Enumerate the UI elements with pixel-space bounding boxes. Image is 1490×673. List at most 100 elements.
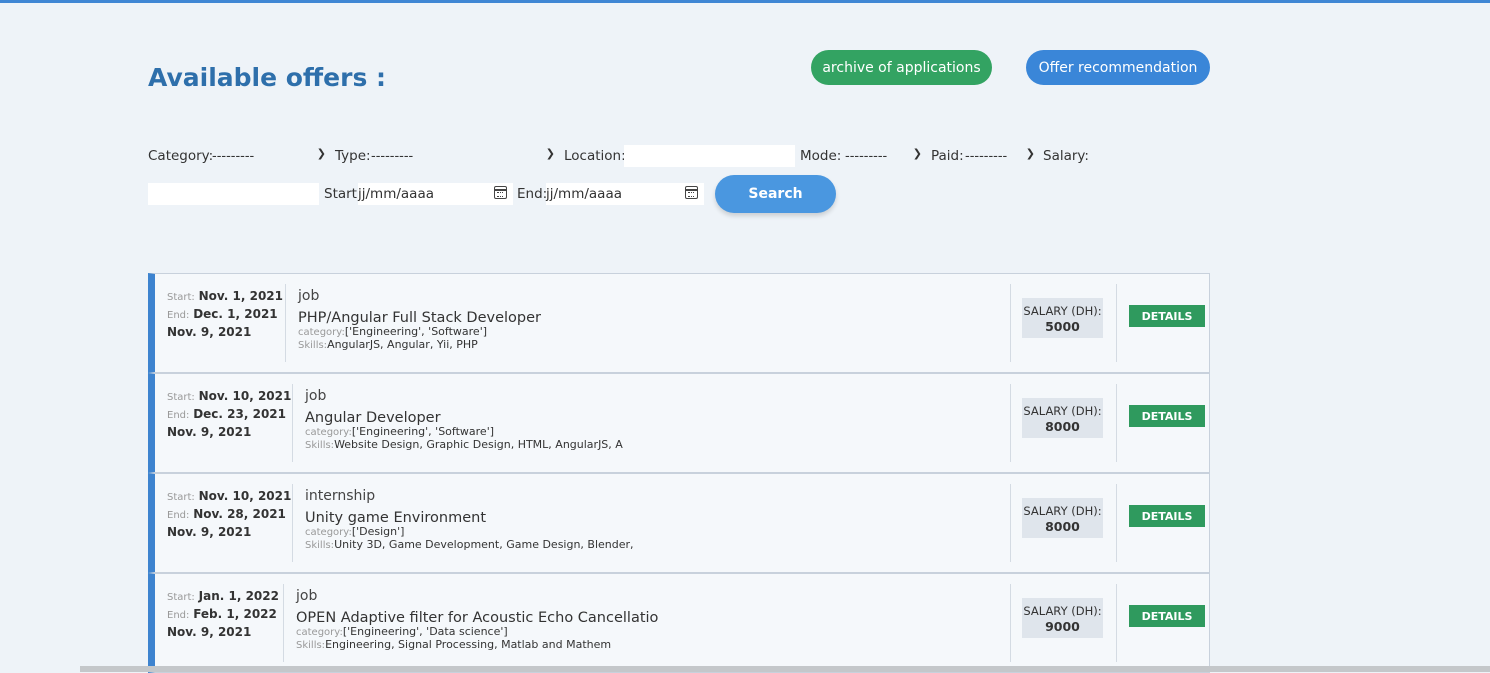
location-input[interactable] — [624, 145, 795, 167]
divider — [1116, 584, 1117, 662]
salary-box: SALARY (DH): 8000 — [1022, 498, 1103, 538]
skills-key: Skills: — [298, 340, 328, 351]
divider — [285, 284, 286, 362]
offer-info: job OPEN Adaptive filter for Acoustic Ec… — [296, 588, 658, 652]
salary-label: SALARY (DH): — [1023, 604, 1102, 618]
skills-key: Skills: — [296, 640, 326, 651]
divider — [1116, 384, 1117, 462]
category-key: category: — [298, 327, 345, 338]
published-date: Nov. 9, 2021 — [167, 625, 252, 639]
divider — [292, 384, 293, 462]
start-date: Nov. 1, 2021 — [198, 289, 283, 303]
salary-label: SALARY (DH): — [1023, 504, 1102, 518]
divider — [1116, 284, 1117, 362]
calendar-icon[interactable] — [685, 186, 698, 199]
salary-input[interactable] — [148, 183, 319, 205]
search-button[interactable]: Search — [715, 175, 836, 213]
skills-key: Skills: — [305, 440, 335, 451]
end-date: Feb. 1, 2022 — [193, 607, 277, 621]
start-key: Start: — [167, 292, 195, 303]
offer-skills: Website Design, Graphic Design, HTML, An… — [334, 438, 623, 451]
offer-dates: Start: Nov. 1, 2021 End: Dec. 1, 2021 No… — [167, 288, 283, 341]
mode-select-value: --------- — [845, 148, 888, 164]
offer-title: Unity game Environment — [305, 510, 487, 526]
salary-label: Salary: — [1043, 148, 1089, 164]
end-key: End: — [167, 410, 190, 421]
offer-info: internship Unity game Environment catego… — [305, 488, 634, 552]
offer-card: Start: Jan. 1, 2022 End: Feb. 1, 2022 No… — [148, 573, 1210, 673]
salary-label: SALARY (DH): — [1023, 304, 1102, 318]
offer-category: ['Design'] — [351, 525, 405, 538]
offer-type: internship — [305, 488, 376, 504]
details-button[interactable]: DETAILS — [1129, 405, 1205, 427]
category-label: Category: — [148, 148, 214, 164]
details-button[interactable]: DETAILS — [1129, 305, 1205, 327]
offer-title: PHP/Angular Full Stack Developer — [298, 310, 541, 326]
end-key: End: — [167, 310, 190, 321]
start-date-placeholder: jj/mm/aaaa — [358, 186, 434, 202]
type-label: Type: — [335, 148, 371, 164]
salary-amount: 5000 — [1045, 319, 1080, 334]
divider — [1116, 484, 1117, 562]
salary-amount: 8000 — [1045, 519, 1080, 534]
type-select[interactable]: --------- ❯ — [371, 145, 559, 167]
calendar-icon[interactable] — [494, 186, 507, 199]
category-key: category: — [296, 627, 343, 638]
category-key: category: — [305, 427, 352, 438]
paid-select-value: --------- — [965, 148, 1008, 164]
salary-box: SALARY (DH): 8000 — [1022, 398, 1103, 438]
end-date-input[interactable]: jj/mm/aaaa — [546, 183, 704, 205]
end-key: End: — [167, 510, 190, 521]
offer-type: job — [296, 588, 318, 604]
start-date-input[interactable]: jj/mm/aaaa — [358, 183, 513, 205]
end-label: End: — [517, 186, 548, 202]
category-select[interactable]: --------- ❯ — [212, 145, 330, 167]
details-button[interactable]: DETAILS — [1129, 505, 1205, 527]
start-key: Start: — [167, 492, 195, 503]
offer-skills: Unity 3D, Game Development, Game Design,… — [334, 538, 634, 551]
location-label: Location: — [564, 148, 626, 164]
mode-label: Mode: — [800, 148, 842, 164]
offer-skills: AngularJS, Angular, Yii, PHP — [327, 338, 478, 351]
end-date-placeholder: jj/mm/aaaa — [546, 186, 622, 202]
offer-recommendation-button[interactable]: Offer recommendation — [1026, 50, 1210, 85]
salary-label: SALARY (DH): — [1023, 404, 1102, 418]
end-key: End: — [167, 610, 190, 621]
details-button[interactable]: DETAILS — [1129, 605, 1205, 627]
paid-label: Paid: — [931, 148, 964, 164]
offer-card: Start: Nov. 1, 2021 End: Dec. 1, 2021 No… — [148, 273, 1210, 373]
start-key: Start: — [167, 592, 195, 603]
published-date: Nov. 9, 2021 — [167, 525, 252, 539]
page-title: Available offers : — [148, 63, 387, 92]
end-date: Dec. 1, 2021 — [193, 307, 278, 321]
divider — [1010, 584, 1011, 662]
offer-card: Start: Nov. 10, 2021 End: Dec. 23, 2021 … — [148, 373, 1210, 473]
end-date: Nov. 28, 2021 — [193, 507, 286, 521]
offer-type: job — [298, 288, 320, 304]
offer-card: Start: Nov. 10, 2021 End: Nov. 28, 2021 … — [148, 473, 1210, 573]
offer-dates: Start: Nov. 10, 2021 End: Nov. 28, 2021 … — [167, 488, 291, 541]
offer-info: job Angular Developer category:['Enginee… — [305, 388, 623, 452]
divider — [1010, 284, 1011, 362]
start-date: Nov. 10, 2021 — [198, 489, 292, 503]
offer-category: ['Engineering', 'Software'] — [351, 425, 495, 438]
paid-select[interactable]: --------- ❯ — [965, 145, 1039, 167]
skills-key: Skills: — [305, 540, 335, 551]
offer-title: Angular Developer — [305, 410, 441, 426]
type-select-value: --------- — [371, 148, 414, 164]
divider — [292, 484, 293, 562]
offer-dates: Start: Nov. 10, 2021 End: Dec. 23, 2021 … — [167, 388, 291, 441]
top-accent-bar — [0, 0, 1490, 3]
published-date: Nov. 9, 2021 — [167, 325, 252, 339]
offer-category: ['Engineering', 'Data science'] — [342, 625, 508, 638]
mode-select[interactable]: --------- ❯ — [845, 145, 926, 167]
divider — [1010, 384, 1011, 462]
horizontal-scrollbar[interactable] — [80, 666, 1490, 672]
end-date: Dec. 23, 2021 — [193, 407, 286, 421]
start-date: Nov. 10, 2021 — [198, 389, 292, 403]
offer-category: ['Engineering', 'Software'] — [344, 325, 488, 338]
category-select-value: --------- — [212, 148, 255, 164]
archive-applications-button[interactable]: archive of applications — [811, 50, 992, 85]
published-date: Nov. 9, 2021 — [167, 425, 252, 439]
offer-title: OPEN Adaptive filter for Acoustic Echo C… — [296, 610, 659, 626]
